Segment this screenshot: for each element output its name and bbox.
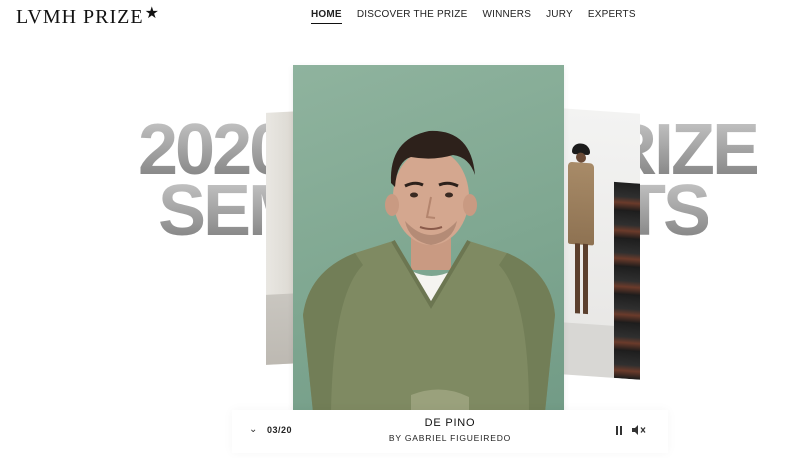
designer-name[interactable]: DE PINO: [232, 417, 668, 429]
nav-experts[interactable]: EXPERTS: [588, 9, 636, 24]
nav-home[interactable]: HOME: [311, 9, 342, 24]
designer-byline: BY GABRIEL FIGUEIREDO: [388, 433, 512, 443]
star-icon: ★: [144, 5, 160, 22]
logo[interactable]: LVMH PRIZE ★: [16, 6, 160, 29]
nav-jury[interactable]: JURY: [546, 9, 573, 24]
nav-discover-the-prize[interactable]: DISCOVER THE PRIZE: [357, 9, 468, 24]
pause-icon[interactable]: [615, 426, 623, 435]
page: LVMH PRIZE ★ HOME DISCOVER THE PRIZE WIN…: [0, 0, 800, 458]
slider-controls: ⌄ 03/20 DE PINO BY GABRIEL FIGUEIREDO: [232, 410, 668, 453]
next-slide-card[interactable]: [558, 108, 640, 380]
runway-model-image: [566, 142, 596, 345]
logo-text: LVMH PRIZE: [16, 6, 144, 28]
main-nav: HOME DISCOVER THE PRIZE WINNERS JURY EXP…: [311, 9, 636, 24]
nav-winners[interactable]: WINNERS: [482, 9, 531, 24]
mute-icon[interactable]: [631, 423, 647, 437]
designer-portrait-image: [303, 130, 555, 412]
designer-portrait-card[interactable]: [293, 65, 564, 412]
runway-audience-image: [614, 181, 640, 380]
